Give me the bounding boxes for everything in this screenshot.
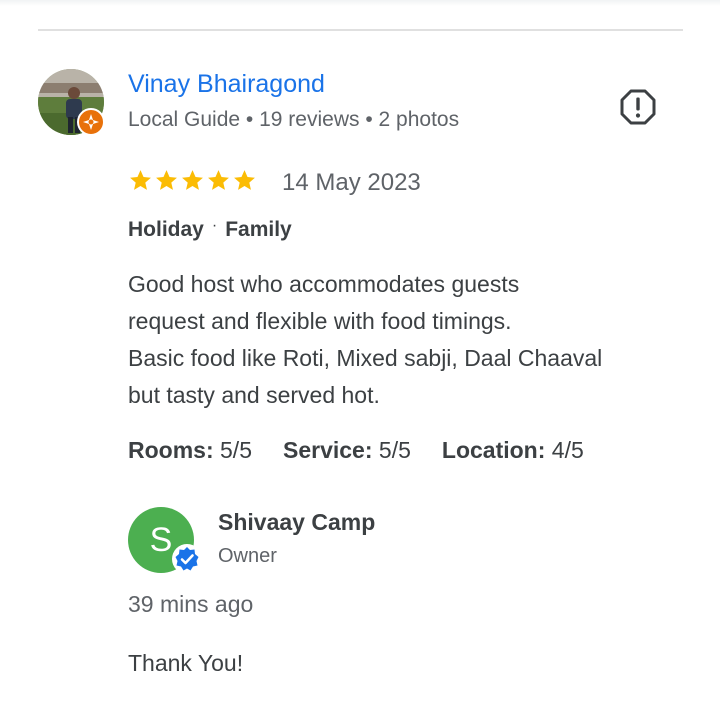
sub-rating-label: Rooms: <box>128 437 214 463</box>
sub-rating-label: Location: <box>441 437 546 463</box>
sub-ratings: Rooms: 5/5 Service: 5/5 Location: 4/5 <box>128 437 584 464</box>
review-text-line: request and flexible with food timings. <box>128 308 512 334</box>
sub-rating-location: Location: 4/5 <box>442 437 584 464</box>
top-edge-shadow <box>0 0 720 6</box>
reviewer-meta: Local Guide • 19 reviews • 2 photos <box>128 108 459 132</box>
trip-tag: Holiday <box>128 218 204 241</box>
reply-time: 39 mins ago <box>128 591 254 617</box>
review-date: 14 May 2023 <box>282 169 421 196</box>
review-text-line: Good host who accommodates guests <box>128 271 520 297</box>
star-rating <box>128 168 257 193</box>
sub-rating-rooms: Rooms: 5/5 <box>128 437 252 464</box>
photos-count: 2 photos <box>378 108 460 131</box>
star-icon <box>208 170 229 190</box>
tag-separator: · <box>211 217 218 234</box>
section-divider <box>38 29 683 31</box>
meta-separator: • <box>365 108 379 131</box>
sub-rating-value: 5/5 <box>220 437 252 463</box>
reviews-count: 19 reviews <box>259 108 360 131</box>
sub-rating-value: 4/5 <box>551 437 584 463</box>
local-guide-star-icon <box>77 108 105 136</box>
report-icon[interactable] <box>619 88 657 126</box>
reply-text: Thank You! <box>128 650 244 676</box>
sub-rating-service: Service: 5/5 <box>283 437 411 464</box>
star-icon <box>156 170 177 190</box>
review-text-line: but tasty and served hot. <box>128 382 380 408</box>
trip-tag: Family <box>225 218 292 241</box>
sub-rating-value: 5/5 <box>378 437 411 463</box>
review-text: Good host who accommodates guests reques… <box>128 266 698 414</box>
meta-separator: • <box>245 108 260 131</box>
sub-rating-label: Service: <box>283 437 373 463</box>
star-icon <box>234 170 255 190</box>
trip-tags: Holiday · Family <box>128 217 292 242</box>
star-icon <box>130 170 151 190</box>
reviewer-name[interactable]: Vinay Bhairagond <box>128 70 325 99</box>
verified-check-icon <box>172 544 202 574</box>
owner-role: Owner <box>218 545 277 567</box>
local-guide-label: Local Guide <box>128 108 241 131</box>
review-text-line: Basic food like Roti, Mixed sabji, Daal … <box>128 345 603 371</box>
owner-name: Shivaay Camp <box>218 509 376 535</box>
star-icon <box>182 170 203 190</box>
